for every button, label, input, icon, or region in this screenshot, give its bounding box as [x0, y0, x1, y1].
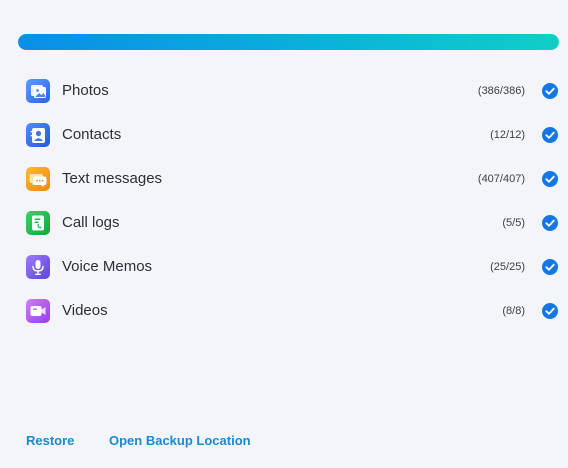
- contacts-icon: [26, 123, 50, 147]
- item-count: (386/386): [477, 85, 525, 97]
- backup-item-list: Photos (386/386) Contacts (12/12) Text m…: [0, 69, 568, 333]
- item-count: (8/8): [502, 305, 525, 317]
- open-backup-location-link[interactable]: Open Backup Location: [109, 433, 251, 449]
- list-item-call-logs[interactable]: Call logs (5/5): [0, 201, 568, 245]
- list-item-contacts[interactable]: Contacts (12/12): [0, 113, 568, 157]
- restore-link[interactable]: Restore: [26, 433, 74, 449]
- check-icon[interactable]: [542, 215, 558, 231]
- item-label: Contacts: [62, 126, 122, 143]
- check-icon[interactable]: [542, 259, 558, 275]
- list-item-videos[interactable]: Videos (8/8): [0, 289, 568, 333]
- list-item-text-messages[interactable]: Text messages (407/407): [0, 157, 568, 201]
- item-label: Videos: [62, 302, 108, 319]
- check-icon[interactable]: [542, 83, 558, 99]
- text-messages-icon: [26, 167, 50, 191]
- check-icon[interactable]: [542, 303, 558, 319]
- check-icon[interactable]: [542, 171, 558, 187]
- backup-progress-bar: [18, 34, 559, 50]
- item-count: (5/5): [502, 217, 525, 229]
- voice-memos-icon: [26, 255, 50, 279]
- item-label: Voice Memos: [62, 258, 153, 275]
- item-label: Text messages: [62, 170, 163, 187]
- videos-icon: [26, 299, 50, 323]
- check-icon[interactable]: [542, 127, 558, 143]
- backup-progress-fill: [18, 34, 559, 50]
- item-count: (25/25): [490, 261, 525, 273]
- item-count: (407/407): [477, 173, 525, 185]
- item-label: Call logs: [62, 214, 120, 231]
- list-item-voice-memos[interactable]: Voice Memos (25/25): [0, 245, 568, 289]
- call-logs-icon: [26, 211, 50, 235]
- photos-icon: [26, 79, 50, 103]
- item-label: Photos: [62, 82, 109, 99]
- item-count: (12/12): [490, 129, 525, 141]
- list-item-photos[interactable]: Photos (386/386): [0, 69, 568, 113]
